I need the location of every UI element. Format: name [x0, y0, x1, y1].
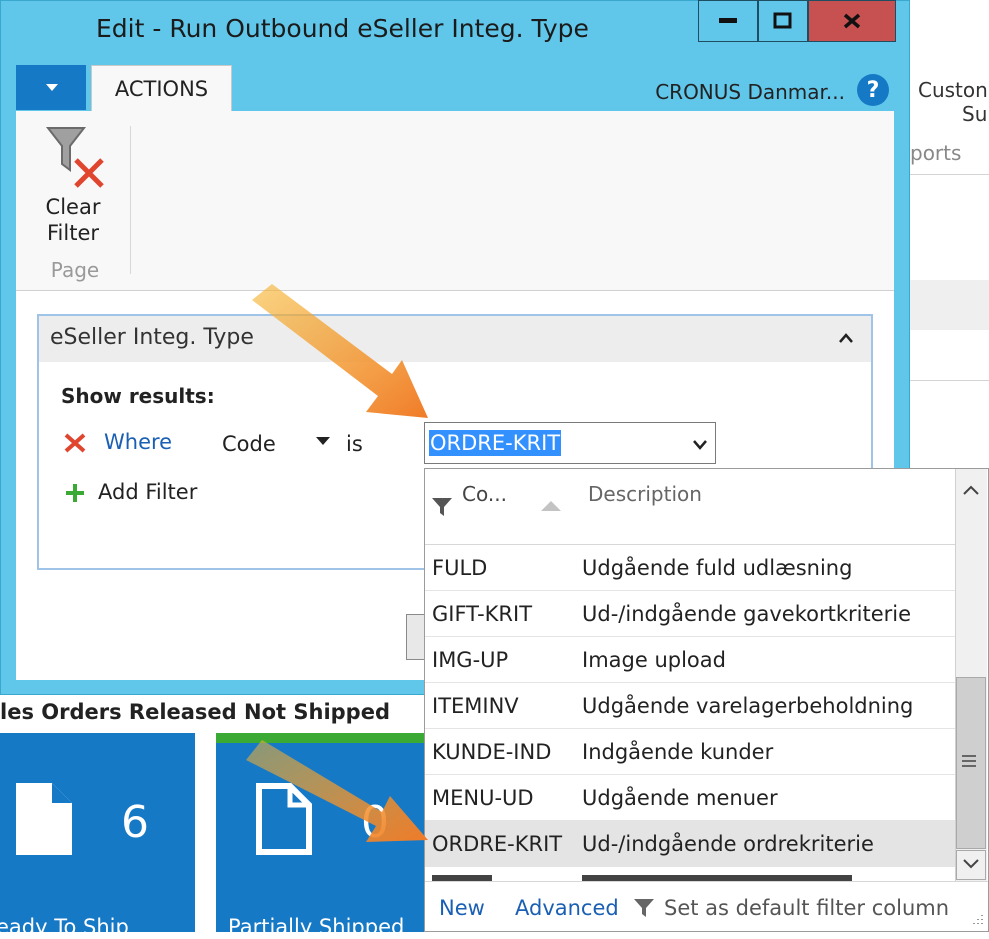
document-icon: [16, 783, 72, 855]
background-sub-text: Su: [962, 102, 988, 126]
background-customer-text: Custon: [918, 78, 988, 102]
row-description: Image upload: [582, 648, 726, 672]
filter-icon[interactable]: [432, 498, 452, 516]
close-icon: [843, 13, 861, 29]
application-menu-button[interactable]: [16, 65, 86, 110]
clear-filter-label: Clear Filter: [45, 195, 101, 245]
row-description: Indgående kunder: [582, 740, 774, 764]
maximize-button[interactable]: [758, 0, 808, 42]
filter-icon: [634, 899, 654, 917]
add-filter-button[interactable]: Add Filter: [98, 480, 197, 504]
row-code: GIFT-KRIT: [432, 602, 533, 626]
row-description: Udgående varelagerbeholdning: [582, 694, 914, 718]
minimize-button[interactable]: [698, 0, 758, 42]
row-code: FULD: [432, 556, 488, 580]
row-code: ITEMINV: [432, 694, 519, 718]
resize-grip-icon[interactable]: [968, 913, 984, 927]
lookup-row[interactable]: KUNDE-IND Indgående kunder: [425, 729, 955, 775]
collapse-chevron-icon[interactable]: [838, 332, 854, 344]
lookup-row-selected[interactable]: ORDRE-KRIT Ud-/indgående ordrekriterie: [425, 821, 955, 867]
filter-operator: is: [346, 432, 363, 456]
row-code: ORDRE-KRIT: [432, 832, 563, 856]
where-label: Where: [104, 430, 173, 454]
background-divider: [910, 380, 989, 381]
row-code: KUNDE-IND: [432, 740, 552, 764]
ribbon-group-page-label: Page: [50, 258, 100, 282]
row-code: IMG-UP: [432, 648, 509, 672]
filter-panel-title: eSeller Integ. Type: [50, 325, 254, 350]
background-divider: [910, 174, 989, 175]
ok-button-partial[interactable]: [406, 614, 426, 660]
column-header-description[interactable]: Description: [588, 482, 702, 506]
background-reports-text: ports: [910, 141, 962, 165]
tile-count: 6: [121, 797, 149, 848]
remove-filter-icon[interactable]: [63, 432, 87, 454]
lookup-row-clipped: [425, 867, 955, 881]
scroll-grip-icon: [962, 755, 976, 767]
show-results-label: Show results:: [61, 384, 215, 408]
ribbon-group-separator: [130, 126, 131, 274]
tile-label: Partially Shipped: [228, 915, 405, 939]
tab-actions[interactable]: ACTIONS: [91, 65, 232, 111]
row-description: Ud-/indgående gavekortkriterie: [582, 602, 912, 626]
background-band: [910, 280, 989, 330]
lookup-row[interactable]: GIFT-KRIT Ud-/indgående gavekortkriterie: [425, 591, 955, 637]
minimize-icon: [719, 18, 737, 23]
new-link[interactable]: New: [439, 896, 485, 920]
column-header-code[interactable]: Co...: [462, 482, 507, 506]
document-outline-icon: [256, 783, 312, 855]
lookup-row[interactable]: FULD Udgående fuld udlæsning: [425, 545, 955, 591]
lookup-row[interactable]: MENU-UD Udgående menuer: [425, 775, 955, 821]
tile-status-bar: [216, 733, 426, 743]
lookup-row[interactable]: ITEMINV Udgående varelagerbeholdning: [425, 683, 955, 729]
filter-field-select[interactable]: Code: [222, 432, 276, 456]
clear-filter-button[interactable]: [40, 124, 110, 190]
tile-label: eady To Ship: [0, 915, 129, 939]
lookup-row[interactable]: IMG-UP Image upload: [425, 637, 955, 683]
ribbon: [16, 111, 894, 291]
close-button[interactable]: [808, 0, 896, 42]
window-title: Edit - Run Outbound eSeller Integ. Type: [96, 14, 589, 43]
set-default-filter-column-link[interactable]: Set as default filter column: [664, 896, 949, 920]
sort-ascending-icon: [541, 501, 561, 511]
chevron-down-icon[interactable]: [692, 439, 708, 451]
help-icon: ?: [866, 77, 880, 103]
row-description: Udgående fuld udlæsning: [582, 556, 853, 580]
help-button[interactable]: ?: [857, 74, 889, 106]
clear-filter-icon: [45, 127, 104, 188]
scroll-down-icon[interactable]: [962, 858, 980, 870]
field-dropdown-icon[interactable]: [316, 437, 330, 447]
tile-count: 0: [361, 797, 389, 848]
lookup-header: [425, 469, 955, 545]
caret-down-icon: [46, 84, 58, 91]
row-description: Ud-/indgående ordrekriterie: [582, 832, 874, 856]
tile-partially-shipped[interactable]: 0 Partially Shipped: [216, 743, 426, 939]
scroll-up-icon[interactable]: [962, 484, 980, 496]
maximize-icon: [773, 12, 792, 29]
company-name[interactable]: CRONUS Danmar...: [580, 80, 845, 104]
row-code: MENU-UD: [432, 786, 534, 810]
add-icon[interactable]: [64, 482, 86, 504]
filter-value-text: ORDRE-KRIT: [429, 430, 562, 456]
row-description: Udgående menuer: [582, 786, 778, 810]
advanced-link[interactable]: Advanced: [515, 896, 619, 920]
sales-orders-section-title: les Orders Released Not Shipped: [0, 700, 390, 724]
tile-ready-to-ship[interactable]: 6 eady To Ship: [0, 733, 195, 939]
